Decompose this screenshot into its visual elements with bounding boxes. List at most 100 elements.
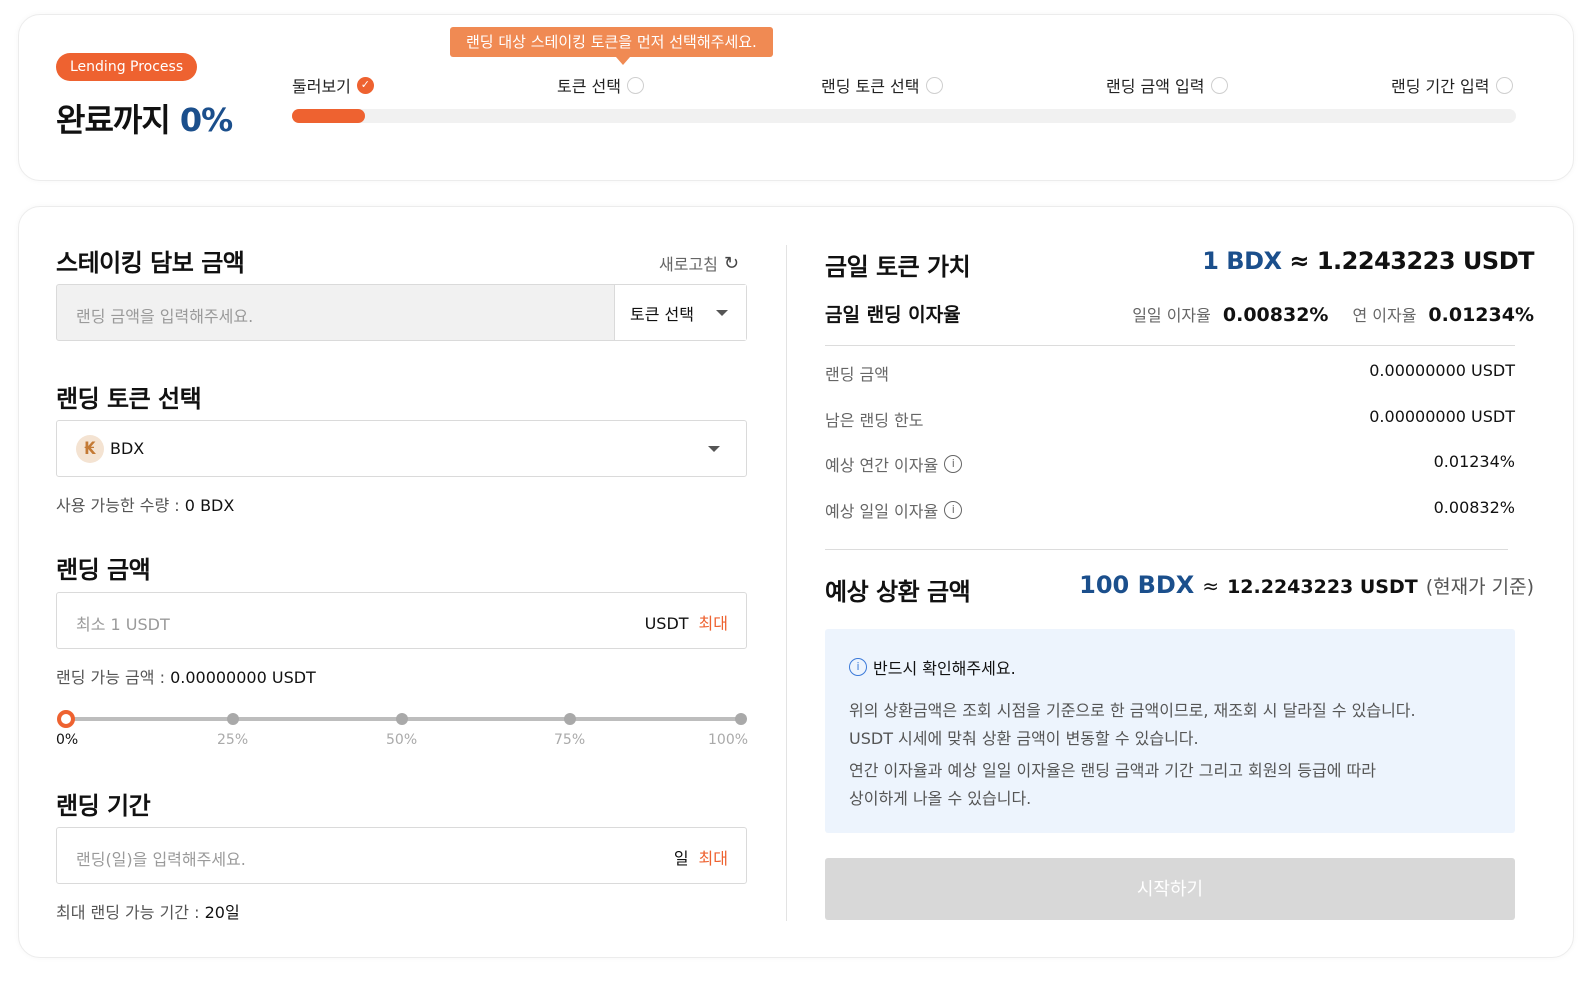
notice-box: i 반드시 확인해주세요. 위의 상환금액은 조회 시점을 기준으로 한 금액이… — [825, 629, 1515, 833]
bdx-token-icon: ₭ — [76, 435, 104, 463]
collateral-amount-field: 랜딩 금액을 입력해주세요. 토큰 선택 — [56, 284, 747, 341]
max-lending-period: 최대 랜딩 가능 기간 : 20일 — [56, 899, 240, 923]
refresh-button[interactable]: 새로고침 ↻ — [659, 251, 739, 275]
slider-stop-75[interactable] — [564, 713, 576, 725]
lending-period-unit: 일 최대 — [674, 845, 728, 869]
progress-bar — [292, 109, 1516, 123]
detail-row-lending-amount: 랜딩 금액 0.00000000 USDT — [825, 361, 1515, 385]
lending-token-select[interactable]: ₭ BDX — [56, 420, 747, 477]
detail-value: 0.00832% — [1433, 498, 1515, 517]
notice-title: i 반드시 확인해주세요. — [849, 655, 1016, 679]
slider-stop-100[interactable] — [735, 713, 747, 725]
step-status-icon — [1210, 76, 1228, 94]
notice-line: 상이하게 나올 수 있습니다. — [849, 789, 1032, 808]
detail-value: 0.01234% — [1433, 452, 1515, 471]
repay-amount: 100 BDX ≈ 12.2243223 USDT (현재가 기준) — [1079, 571, 1534, 599]
step-enter-amount: 랜딩 금액 입력 — [1106, 73, 1228, 97]
lendable-amount-value: 0.00000000 USDT — [170, 668, 316, 687]
lending-amount-max-button[interactable]: 최대 — [699, 614, 728, 633]
slider-handle[interactable] — [57, 710, 75, 728]
step-label: 랜딩 기간 입력 — [1391, 77, 1490, 96]
slider-label-75: 75% — [554, 732, 586, 748]
token-value-title: 금일 토큰 가치 — [825, 253, 971, 281]
info-icon: i — [849, 658, 867, 676]
token-value: 1 BDX ≈ 1.2243223 USDT — [1202, 247, 1534, 275]
detail-row-daily-rate: 예상 일일 이자율 i 0.00832% — [825, 498, 1515, 522]
repay-basis: (현재가 기준) — [1425, 576, 1534, 598]
token-select-dropdown[interactable]: 토큰 선택 — [614, 285, 746, 340]
slider-stop-50[interactable] — [396, 713, 408, 725]
token-select-label: 토큰 선택 — [630, 304, 694, 324]
available-quantity-value: 0 BDX — [184, 496, 235, 515]
step-label: 토큰 선택 — [557, 77, 621, 96]
lending-rate-title: 금일 랜딩 이자율 — [825, 304, 961, 326]
refresh-label: 새로고침 — [659, 255, 718, 274]
detail-label-text: 예상 일일 이자율 — [825, 502, 939, 521]
repay-title: 예상 상환 금액 — [825, 578, 971, 606]
info-icon[interactable]: i — [944, 501, 963, 519]
info-icon[interactable]: i — [944, 455, 963, 473]
lending-amount-input[interactable]: 최소 1 USDT — [76, 611, 170, 635]
repay-usdt: 12.2243223 USDT — [1227, 576, 1418, 598]
lending-period-unit-label: 일 — [673, 849, 689, 868]
step-enter-period: 랜딩 기간 입력 — [1391, 73, 1513, 97]
step-select-token: 토큰 선택 — [557, 73, 644, 97]
lending-rates: 일일 이자율 0.00832% 연 이자율 0.01234% — [1132, 302, 1534, 326]
collateral-amount-input[interactable]: 랜딩 금액을 입력해주세요. — [76, 303, 253, 327]
approx-sign: ≈ — [1202, 574, 1220, 598]
lendable-amount-label: 랜딩 가능 금액 : — [56, 668, 165, 687]
step-label: 랜딩 토큰 선택 — [821, 77, 920, 96]
lending-period-max-button[interactable]: 최대 — [699, 849, 728, 868]
slider-label-50: 50% — [386, 732, 418, 748]
available-quantity: 사용 가능한 수량 : 0 BDX — [56, 492, 234, 516]
start-button[interactable]: 시작하기 — [825, 858, 1515, 920]
lendable-amount: 랜딩 가능 금액 : 0.00000000 USDT — [56, 664, 316, 688]
slider-stop-25[interactable] — [227, 713, 239, 725]
token-value-bdx: 1 BDX — [1202, 247, 1282, 275]
step-status-icon — [626, 76, 644, 94]
select-token-tooltip: 랜딩 대상 스테이킹 토큰을 먼저 선택해주세요. — [450, 27, 773, 65]
progress-title: 완료까지 0% — [56, 95, 233, 141]
daily-rate-value: 0.00832% — [1222, 304, 1329, 326]
step-status-icon — [1495, 76, 1513, 94]
lending-amount-field: 최소 1 USDT USDT 최대 — [56, 592, 747, 649]
lending-token-name: BDX — [110, 439, 145, 458]
notice-title-text: 반드시 확인해주세요. — [873, 659, 1016, 678]
refresh-icon: ↻ — [723, 252, 739, 274]
progress-title-prefix: 완료까지 — [56, 101, 171, 139]
progress-percent: 0% — [179, 101, 233, 139]
detail-label-text: 예상 연간 이자율 — [825, 456, 939, 475]
slider-label-100: 100% — [708, 732, 749, 748]
step-select-lending-token: 랜딩 토큰 선택 — [821, 73, 943, 97]
max-lending-period-label: 최대 랜딩 가능 기간 : — [56, 903, 200, 922]
collateral-title: 스테이킹 담보 금액 — [56, 249, 245, 277]
chevron-down-icon — [708, 446, 720, 452]
lending-amount-title: 랜딩 금액 — [56, 556, 151, 584]
lending-amount-unit: USDT 최대 — [645, 610, 728, 634]
max-lending-period-value: 20일 — [204, 903, 240, 922]
column-divider — [786, 245, 787, 921]
step-label: 랜딩 금액 입력 — [1106, 77, 1205, 96]
detail-row-remaining-limit: 남은 랜딩 한도 0.00000000 USDT — [825, 407, 1515, 431]
notice-line: 위의 상환금액은 조회 시점을 기준으로 한 금액이므로, 재조회 시 달라질 … — [849, 701, 1416, 720]
detail-label: 예상 일일 이자율 i — [825, 498, 1515, 522]
lending-token-title: 랜딩 토큰 선택 — [56, 385, 202, 413]
daily-rate-label: 일일 이자율 — [1132, 306, 1211, 325]
divider — [825, 345, 1515, 346]
token-value-usdt: 1.2243223 USDT — [1316, 247, 1535, 275]
check-icon: ✓ — [356, 76, 374, 94]
repay-bdx: 100 BDX — [1079, 571, 1195, 599]
chevron-down-icon — [715, 309, 728, 316]
step-status-icon — [925, 76, 943, 94]
lending-process-card: Lending Process 완료까지 0% 랜딩 대상 스테이킹 토큰을 먼… — [18, 14, 1574, 181]
lending-period-field: 랜딩(일)을 입력해주세요. 일 최대 — [56, 827, 747, 884]
slider-label-0: 0% — [56, 732, 79, 748]
lending-form-card: 스테이킹 담보 금액 새로고침 ↻ 랜딩 금액을 입력해주세요. 토큰 선택 랜… — [18, 206, 1574, 958]
annual-rate-label: 연 이자율 — [1352, 306, 1417, 325]
lending-period-title: 랜딩 기간 — [56, 792, 151, 820]
detail-label: 예상 연간 이자율 i — [825, 452, 1515, 476]
lending-period-input[interactable]: 랜딩(일)을 입력해주세요. — [76, 846, 246, 870]
approx-sign: ≈ — [1289, 247, 1309, 275]
detail-value: 0.00000000 USDT — [1369, 407, 1515, 426]
notice-line: 연간 이자율과 예상 일일 이자율은 랜딩 금액과 기간 그리고 회원의 등급에… — [849, 761, 1376, 780]
